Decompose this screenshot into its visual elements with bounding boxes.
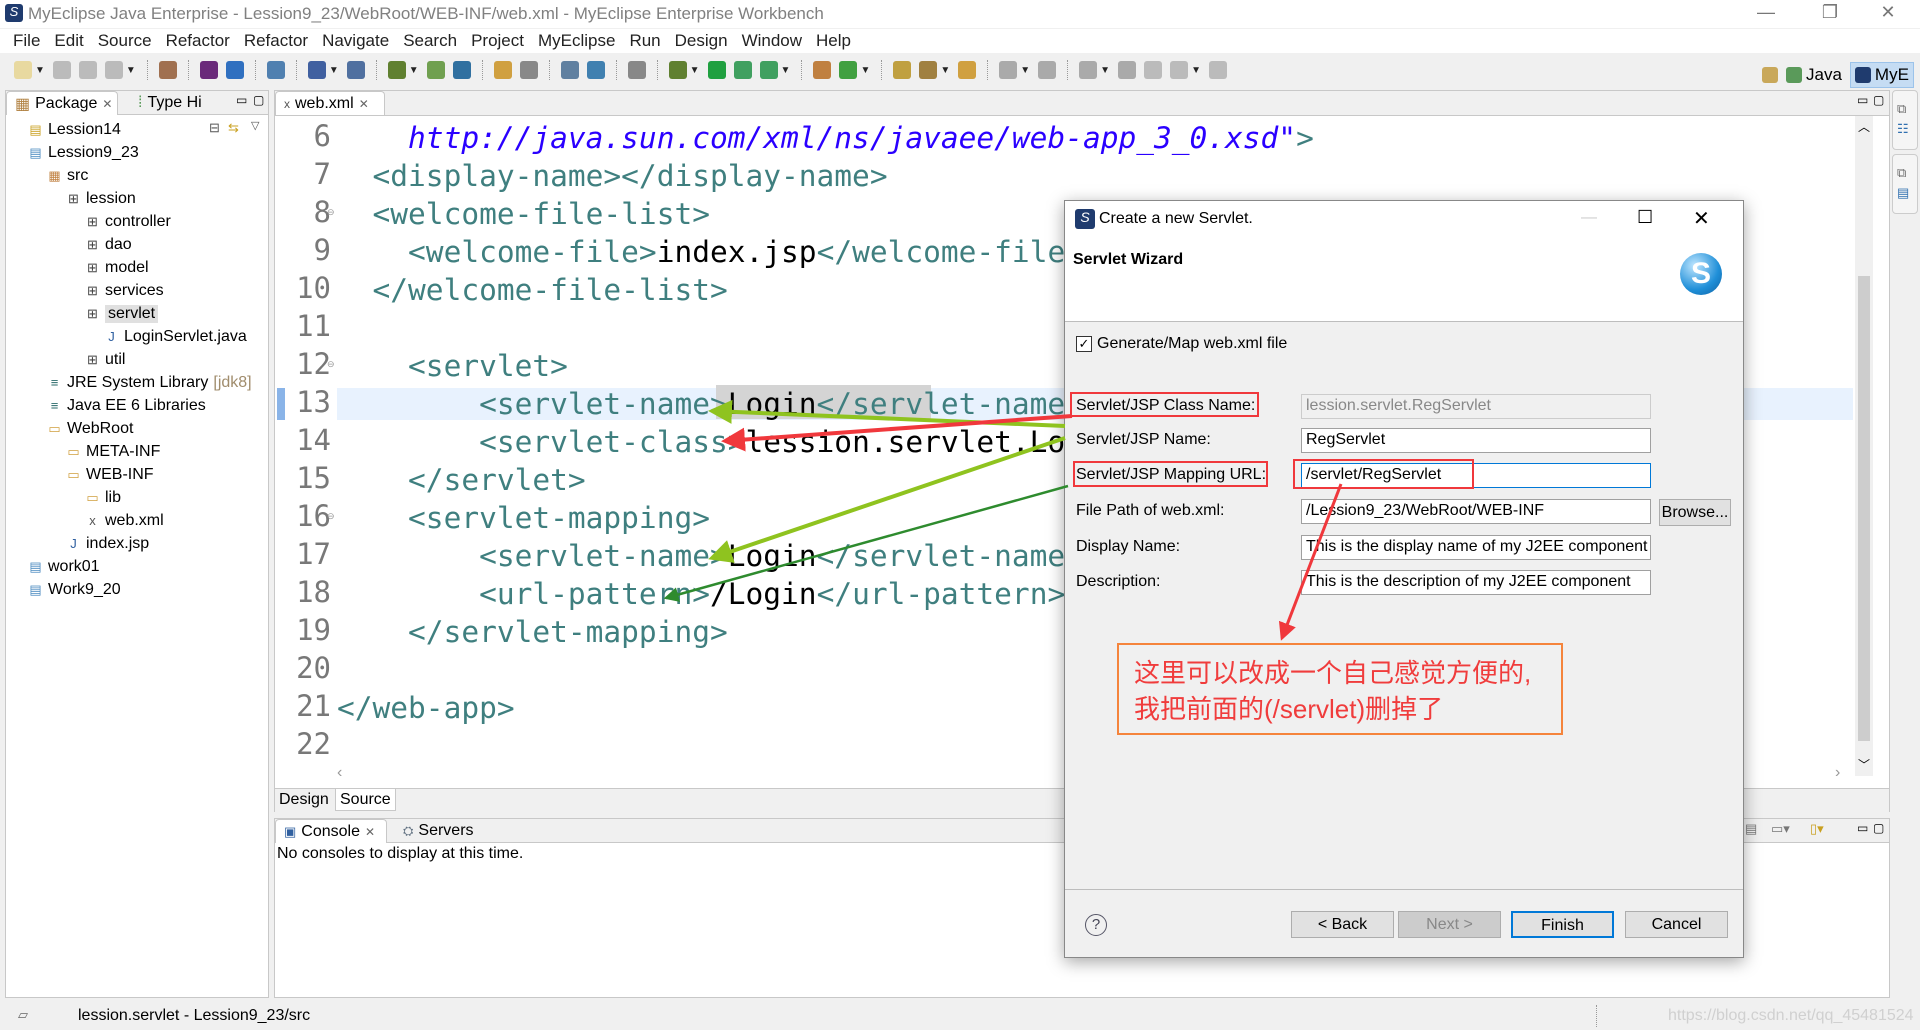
arrow-mapping-name bbox=[708, 436, 1066, 563]
highlight-mapping-label bbox=[1073, 461, 1268, 487]
arrow-url-pattern bbox=[663, 484, 1069, 602]
arrow-annotation bbox=[1278, 483, 1343, 641]
annotation-note: 这里可以改成一个自己感觉方便的, 我把前面的(/servlet)删掉了 bbox=[1117, 643, 1563, 735]
highlight-class-name bbox=[1070, 392, 1259, 417]
annotation-arrows bbox=[663, 399, 1343, 641]
annotation-line-1: 这里可以改成一个自己感觉方便的, bbox=[1134, 658, 1532, 688]
highlight-mapping-field bbox=[1293, 459, 1474, 489]
annotation-line-2: 我把前面的(/servlet)删掉了 bbox=[1134, 694, 1444, 724]
